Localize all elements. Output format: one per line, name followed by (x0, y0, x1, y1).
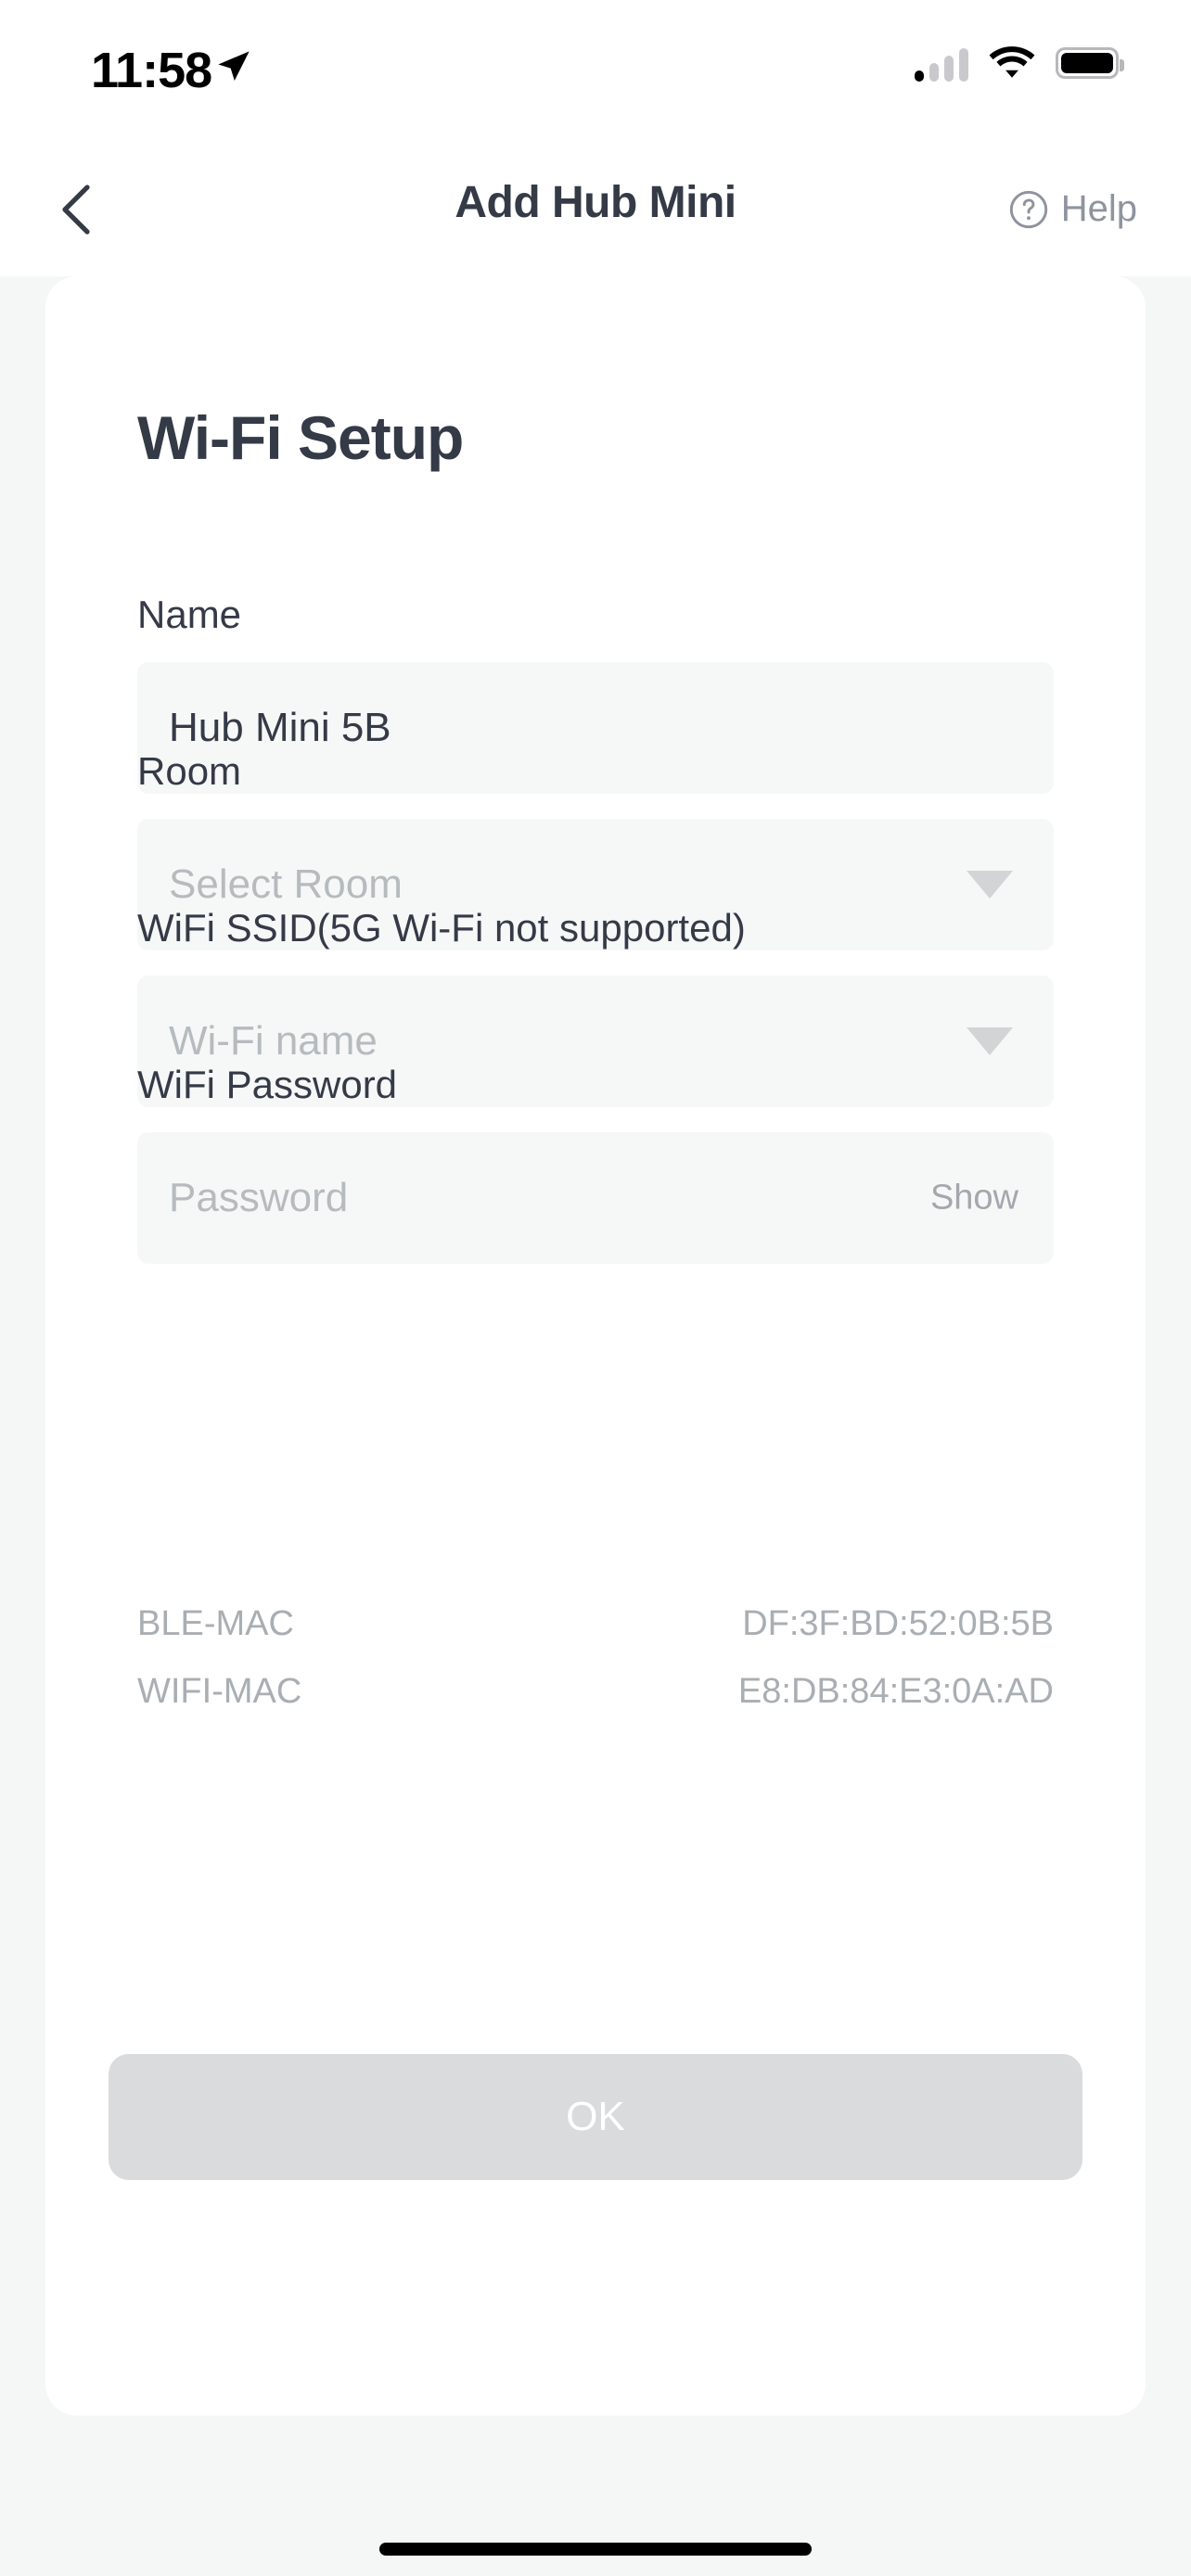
help-label: Help (1060, 188, 1137, 229)
ble-mac-value: DF:3F:BD:52:0B:5B (742, 1604, 1054, 1643)
status-bar-time: 11:58 (91, 43, 212, 98)
room-label: Room (137, 749, 242, 793)
show-password-toggle[interactable]: Show (930, 1179, 1018, 1218)
question-circle-icon (1009, 190, 1047, 228)
help-button[interactable]: Help (1008, 188, 1137, 230)
wifi-icon (989, 46, 1035, 78)
name-input-value: Hub Mini 5B (169, 705, 391, 750)
password-input-placeholder: Password (169, 1175, 349, 1220)
ssid-label: WiFi SSID(5G Wi-Fi not supported) (137, 906, 746, 950)
caret-down-icon[interactable] (967, 871, 1013, 899)
password-label: WiFi Password (137, 1063, 398, 1106)
wifi-mac-label: WIFI-MAC (137, 1672, 302, 1711)
wifi-mac-value: E8:DB:84:E3:0A:AD (737, 1672, 1054, 1711)
field-password: WiFi Password Password Show (137, 1065, 1054, 1264)
ble-mac-label: BLE-MAC (137, 1604, 294, 1643)
name-label: Name (137, 593, 242, 636)
ssid-select-placeholder: Wi-Fi name (169, 1018, 378, 1064)
room-select-placeholder: Select Room (169, 861, 403, 907)
info-row-ble-mac: BLE-MAC DF:3F:BD:52:0B:5B (137, 1604, 1054, 1644)
navigation-header: Add Hub Mini Help (0, 139, 1191, 276)
battery-full-icon (1056, 47, 1124, 79)
info-row-wifi-mac: WIFI-MAC E8:DB:84:E3:0A:AD (137, 1672, 1054, 1712)
status-bar: 11:58 (0, 0, 1191, 139)
ok-button[interactable]: OK (109, 2054, 1082, 2180)
caret-down-icon[interactable] (967, 1027, 1013, 1055)
cellular-signal-icon (915, 45, 968, 82)
status-bar-indicators (915, 45, 1124, 82)
home-indicator (379, 2543, 812, 2556)
password-input[interactable]: Password Show (137, 1132, 1054, 1264)
location-arrow-icon (218, 51, 250, 81)
card-title: Wi-Fi Setup (137, 403, 464, 472)
wifi-setup-card: Wi-Fi Setup Name Hub Mini 5B Room Select… (45, 276, 1146, 2416)
